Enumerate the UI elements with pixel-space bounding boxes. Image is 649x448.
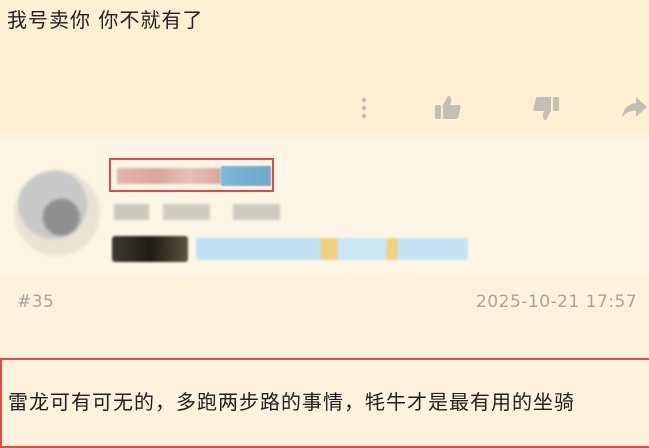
previous-reply: 我号卖你 你不就有了: [0, 0, 649, 132]
username-redacted: [117, 168, 221, 184]
reply-content-highlight: 雷龙可有可无的，多跑两步路的事情，牦牛才是最有用的坐骑: [0, 358, 649, 448]
avatar[interactable]: [14, 170, 100, 256]
reply-timestamp: 2025-10-21 17:57: [476, 292, 638, 312]
more-vertical-icon[interactable]: [357, 94, 371, 126]
reply-actions: [0, 94, 649, 122]
share-icon[interactable]: [619, 94, 649, 126]
username-highlight[interactable]: [109, 158, 274, 192]
reply-content: 雷龙可有可无的，多跑两步路的事情，牦牛才是最有用的坐骑: [8, 390, 575, 414]
thumbs-up-icon[interactable]: [433, 94, 463, 126]
user-tag-redacted: [221, 166, 271, 186]
user-meta-redacted: [114, 204, 289, 220]
reply-text: 我号卖你 你不就有了: [7, 8, 204, 32]
floor-number: #35: [17, 292, 55, 312]
user-medals-redacted: [196, 238, 468, 260]
user-badge-redacted: [112, 236, 188, 262]
thumbs-down-icon[interactable]: [531, 94, 561, 126]
